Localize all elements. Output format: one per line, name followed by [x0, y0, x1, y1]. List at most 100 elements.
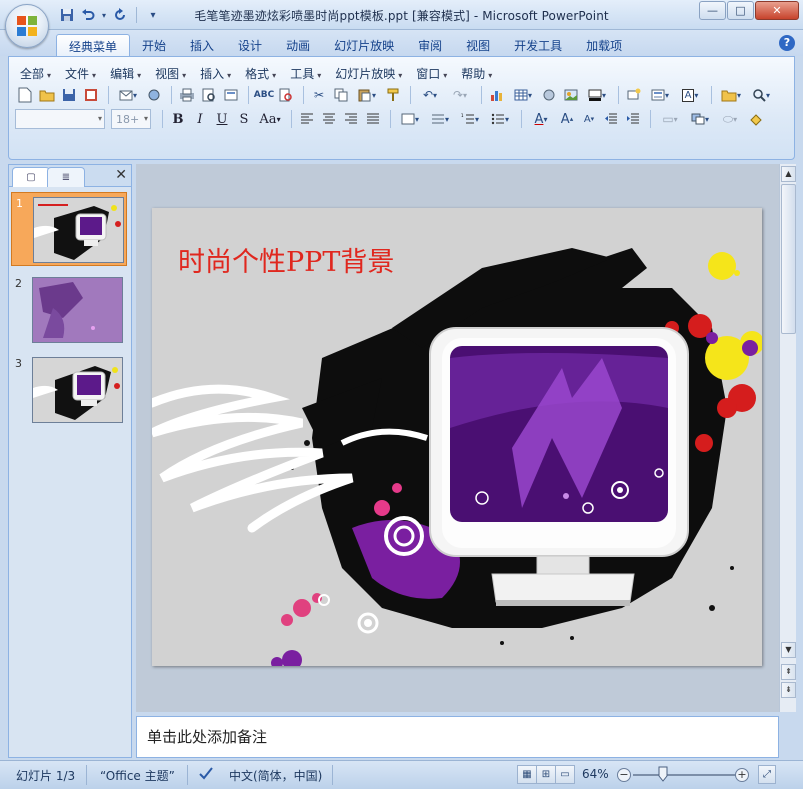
email-icon[interactable]: ▾	[114, 85, 142, 105]
menu-file[interactable]: 文件 ▾	[60, 63, 105, 84]
menu-insert[interactable]: 插入 ▾	[195, 63, 240, 84]
folder-icon[interactable]: ▾	[717, 85, 745, 105]
menu-all[interactable]: 全部 ▾	[15, 63, 60, 84]
shadow-button[interactable]: S	[234, 109, 254, 129]
picture-icon[interactable]	[561, 85, 581, 105]
tab-home[interactable]: 开始	[130, 34, 178, 56]
theme-name[interactable]: “Office 主题”	[100, 767, 175, 784]
align-left-icon[interactable]	[297, 109, 317, 129]
help-icon[interactable]: ?	[779, 35, 795, 51]
next-slide-icon[interactable]: ⇟	[781, 682, 796, 698]
format-painter-icon[interactable]	[383, 85, 403, 105]
slide-layout-icon[interactable]: ▾	[646, 85, 674, 105]
tab-classic-menu[interactable]: 经典菜单	[56, 34, 131, 56]
font-color-icon[interactable]: A ▾	[527, 109, 555, 129]
bullets-icon[interactable]: ▾	[486, 109, 514, 129]
pane-close-icon[interactable]: ✕	[115, 167, 127, 183]
justify-icon[interactable]	[363, 109, 383, 129]
menu-help[interactable]: 帮助 ▾	[456, 63, 501, 84]
tab-view[interactable]: 视图	[454, 34, 502, 56]
zoom-slider-knob[interactable]	[658, 766, 668, 782]
scrollbar-thumb[interactable]	[781, 184, 796, 334]
zoom-in-icon[interactable]: +	[735, 768, 749, 782]
clipart-icon[interactable]	[539, 85, 559, 105]
slide-canvas[interactable]: 时尚个性PPT背景	[152, 208, 762, 666]
menu-format[interactable]: 格式 ▾	[240, 63, 285, 84]
undo-icon[interactable]: ↶ ▾	[416, 85, 444, 105]
decrease-indent-icon[interactable]	[601, 109, 621, 129]
shape-icon[interactable]: ▭ ▾	[656, 109, 684, 129]
zoom-search-icon[interactable]: ▾	[747, 85, 775, 105]
print-icon[interactable]	[177, 85, 197, 105]
increase-indent-icon[interactable]	[623, 109, 643, 129]
tab-insert[interactable]: 插入	[178, 34, 226, 56]
close-button[interactable]: ✕	[755, 1, 799, 20]
zoom-slider-track[interactable]	[633, 774, 738, 776]
slide-title[interactable]: 时尚个性PPT背景	[178, 240, 394, 279]
align-center-icon[interactable]	[319, 109, 339, 129]
change-case-button[interactable]: Aa ▾	[256, 109, 284, 129]
tab-design[interactable]: 设计	[226, 34, 274, 56]
print-preview-icon[interactable]	[199, 85, 219, 105]
new-slide-icon[interactable]	[624, 85, 644, 105]
shape-fill-icon[interactable]	[746, 109, 766, 129]
scroll-up-icon[interactable]: ▲	[781, 166, 796, 182]
shrink-font-icon[interactable]: A ▾	[579, 109, 599, 129]
redo-icon[interactable]: ↷ ▾	[446, 85, 474, 105]
language-status[interactable]: 中文(简体，中国)	[229, 767, 322, 784]
office-button[interactable]	[5, 4, 49, 48]
align-right-icon[interactable]	[341, 109, 361, 129]
text-direction-icon[interactable]: ▾	[396, 109, 424, 129]
font-size-combo[interactable]: 18+ ▾	[111, 109, 151, 129]
slideshow-view-button[interactable]: ▭	[555, 765, 575, 784]
bold-button[interactable]: B	[168, 109, 188, 129]
slide-thumbnail[interactable]: 2	[11, 273, 127, 347]
zoom-out-icon[interactable]: −	[617, 768, 631, 782]
text-box-icon[interactable]: A ▾	[676, 85, 704, 105]
menu-edit[interactable]: 编辑 ▾	[105, 63, 150, 84]
arrange-icon[interactable]: ▾	[686, 109, 714, 129]
copy-icon[interactable]	[331, 85, 351, 105]
tab-slides[interactable]: ▢	[12, 167, 50, 187]
vertical-scrollbar[interactable]: ▲ ▼ ⇞ ⇟	[779, 164, 796, 712]
tab-developer[interactable]: 开发工具	[502, 34, 574, 56]
menu-tools[interactable]: 工具 ▾	[285, 63, 330, 84]
menu-window[interactable]: 窗口 ▾	[411, 63, 456, 84]
minimize-button[interactable]: —	[699, 1, 726, 20]
spellcheck-icon[interactable]	[198, 765, 214, 784]
underline-button[interactable]: U	[212, 109, 232, 129]
layout-icon[interactable]	[221, 85, 241, 105]
spelling-icon[interactable]: ABC	[254, 85, 274, 105]
previous-slide-icon[interactable]: ⇞	[781, 664, 796, 680]
text-align-vertical-icon[interactable]: ▾	[426, 109, 454, 129]
research-icon[interactable]	[276, 85, 296, 105]
save-icon[interactable]	[59, 85, 79, 105]
cut-icon[interactable]: ✂	[309, 85, 329, 105]
publish-icon[interactable]	[144, 85, 164, 105]
slide-sorter-view-button[interactable]: ⊞	[536, 765, 556, 784]
new-document-icon[interactable]	[15, 85, 35, 105]
font-name-combo[interactable]: ▾	[15, 109, 105, 129]
paste-icon[interactable]: ▾	[353, 85, 381, 105]
menu-slideshow[interactable]: 幻灯片放映 ▾	[330, 63, 411, 84]
tab-outline[interactable]: ≣	[47, 167, 85, 187]
tab-animation[interactable]: 动画	[274, 34, 322, 56]
grow-font-icon[interactable]: A ▴	[557, 109, 577, 129]
scroll-down-icon[interactable]: ▼	[781, 642, 796, 658]
table-icon[interactable]: ▾	[509, 85, 537, 105]
italic-button[interactable]: I	[190, 109, 210, 129]
tab-review[interactable]: 审阅	[406, 34, 454, 56]
tab-addins[interactable]: 加载项	[574, 34, 634, 56]
menu-view[interactable]: 视图 ▾	[150, 63, 195, 84]
permission-icon[interactable]	[81, 85, 101, 105]
quick-styles-icon[interactable]: ⬭ ▾	[716, 109, 744, 129]
open-folder-icon[interactable]	[37, 85, 57, 105]
chart-icon[interactable]	[487, 85, 507, 105]
normal-view-button[interactable]: ▦	[517, 765, 537, 784]
tab-slideshow[interactable]: 幻灯片放映	[322, 34, 406, 56]
zoom-level[interactable]: 64%	[582, 767, 609, 781]
slide-thumbnail[interactable]: 1	[11, 192, 127, 266]
maximize-button[interactable]: □	[727, 1, 754, 20]
numbering-icon[interactable]: 1 ▾	[456, 109, 484, 129]
fit-to-window-icon[interactable]: ⤢	[758, 765, 776, 784]
